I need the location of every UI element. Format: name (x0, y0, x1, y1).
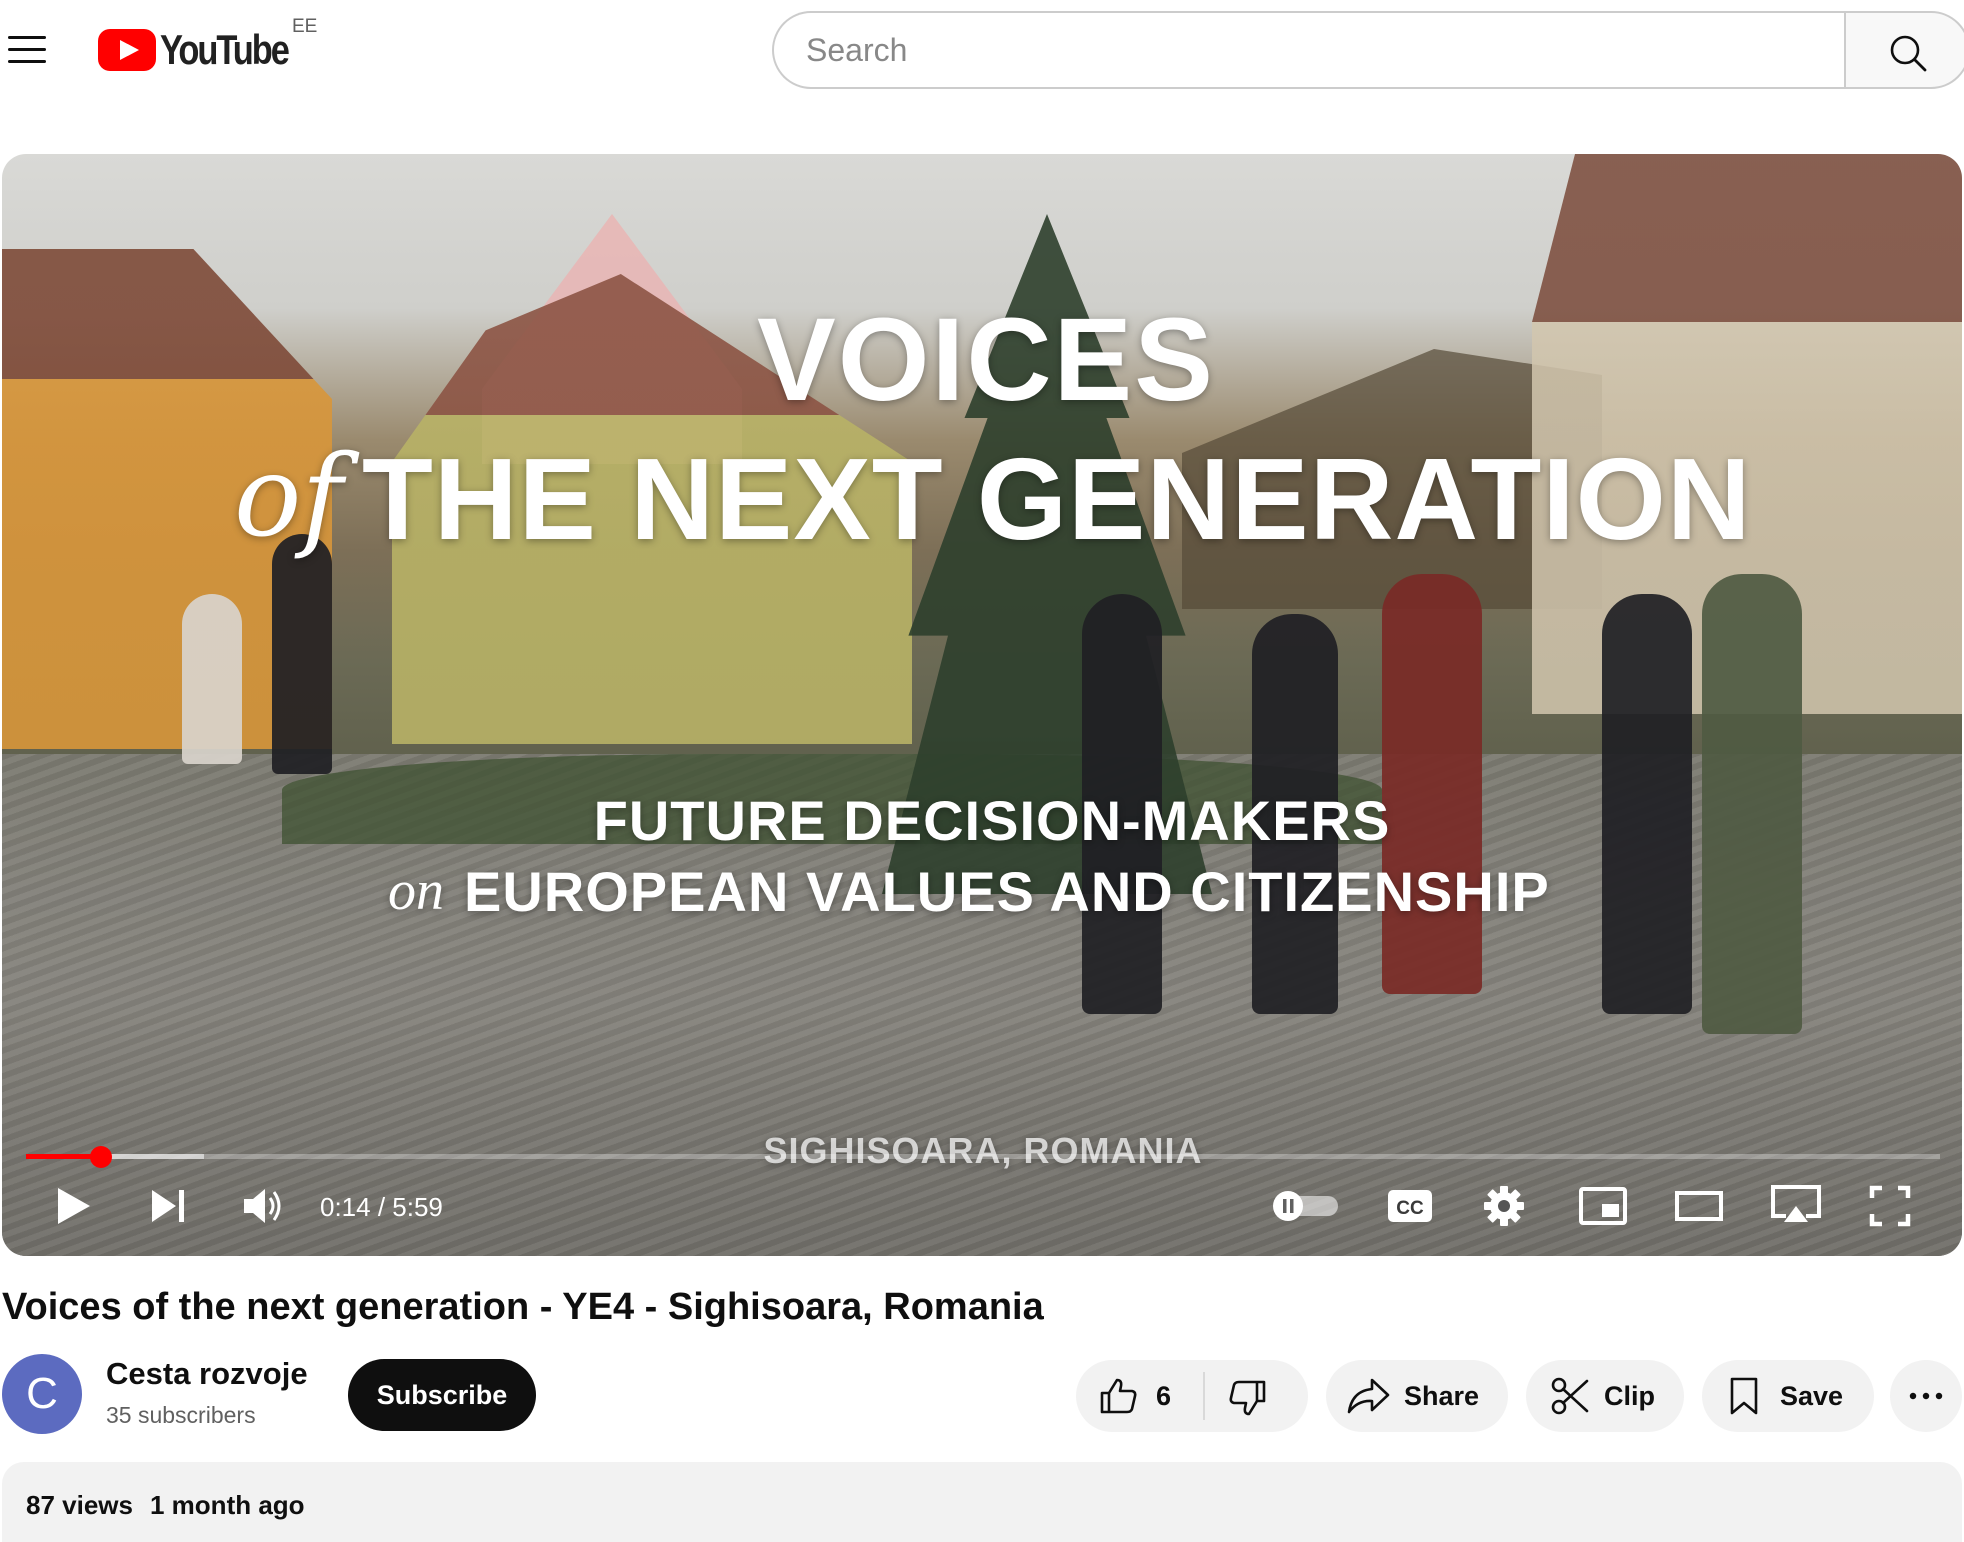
cast-button[interactable] (1768, 1182, 1824, 1230)
like-divider (1203, 1372, 1205, 1420)
cast-icon (1771, 1185, 1821, 1222)
video-title: Voices of the next generation - YE4 - Si… (2, 1286, 1044, 1328)
theater-mode-icon (1675, 1191, 1723, 1221)
subscriber-count: 35 subscribers (106, 1402, 256, 1428)
share-icon (1347, 1378, 1390, 1414)
like-count: 6 (1156, 1381, 1172, 1411)
next-icon (152, 1190, 184, 1222)
time-separator: / (370, 1192, 393, 1222)
upload-age: 1 month ago (150, 1490, 305, 1520)
video-title-card: VOICES of THE NEXT GENERATION FUTURE DEC… (2, 154, 1962, 1256)
miniplayer-icon (1579, 1187, 1627, 1225)
title-card-line4: EUROPEAN VALUES AND CITIZENSHIP (464, 860, 1550, 923)
fullscreen-icon (1869, 1185, 1911, 1227)
scissors-icon (1551, 1377, 1589, 1415)
captions-icon: CC (1388, 1190, 1432, 1222)
video-player[interactable]: VOICES of THE NEXT GENERATION FUTURE DEC… (2, 154, 1962, 1256)
captions-button[interactable]: CC (1386, 1188, 1434, 1224)
title-card-script-of: of (234, 432, 343, 562)
volume-button[interactable] (240, 1184, 284, 1228)
svg-text:CC: CC (1396, 1198, 1424, 1219)
autoplay-toggle-icon (1273, 1191, 1338, 1221)
youtube-play-logo-icon (98, 29, 156, 71)
next-button[interactable] (148, 1186, 188, 1226)
dislike-button[interactable] (1206, 1360, 1308, 1432)
fullscreen-button[interactable] (1868, 1184, 1912, 1228)
logo-wordmark: YouTube (160, 26, 290, 73)
save-button[interactable]: Save (1702, 1360, 1874, 1432)
share-button[interactable]: Share (1326, 1360, 1508, 1432)
bookmark-icon (1730, 1377, 1758, 1415)
settings-button[interactable] (1482, 1184, 1526, 1228)
gear-icon (1484, 1186, 1524, 1226)
time-display: 0:14 / 5:59 (320, 1192, 443, 1223)
more-horizontal-icon (1909, 1392, 1943, 1400)
masthead: YouTube EE (0, 0, 1964, 100)
autoplay-toggle[interactable] (1272, 1190, 1340, 1222)
title-card-script-on: on (388, 860, 444, 922)
channel-name[interactable]: Cesta rozvoje (106, 1356, 308, 1392)
theater-mode-button[interactable] (1674, 1188, 1724, 1224)
play-icon (58, 1188, 90, 1224)
like-button[interactable]: 6 (1076, 1360, 1202, 1432)
channel-avatar[interactable]: C (2, 1354, 82, 1434)
region-code: EE (292, 16, 318, 37)
time-total: 5:59 (392, 1192, 443, 1222)
thumbs-down-icon (1229, 1380, 1266, 1416)
thumbs-up-icon (1100, 1378, 1137, 1414)
youtube-logo[interactable]: YouTube (98, 24, 316, 76)
search-button[interactable] (1844, 11, 1964, 89)
volume-icon (244, 1189, 281, 1223)
more-actions-button[interactable] (1890, 1360, 1962, 1432)
search-input[interactable] (806, 31, 1846, 69)
title-card-line1: VOICES (757, 294, 1215, 426)
clip-label: Clip (1604, 1381, 1655, 1411)
progress-bar[interactable] (26, 1146, 1940, 1168)
view-count: 87 views (26, 1490, 133, 1520)
search-icon (1890, 35, 1927, 72)
hamburger-menu-icon[interactable] (4, 28, 50, 68)
subscribe-button[interactable]: Subscribe (348, 1359, 536, 1431)
time-current: 0:14 (320, 1192, 371, 1222)
title-card-line2: THE NEXT GENERATION (362, 434, 1752, 564)
search-box[interactable] (772, 11, 1846, 89)
play-button[interactable] (52, 1184, 96, 1228)
progress-scrubber-handle[interactable] (89, 1146, 112, 1168)
title-card-location: SIGHISOARA, ROMANIA (763, 1130, 1203, 1171)
save-label: Save (1780, 1381, 1844, 1411)
share-label: Share (1404, 1381, 1480, 1411)
miniplayer-button[interactable] (1578, 1186, 1628, 1226)
title-card-line3: FUTURE DECISION-MAKERS (593, 789, 1391, 852)
clip-button[interactable]: Clip (1526, 1360, 1684, 1432)
